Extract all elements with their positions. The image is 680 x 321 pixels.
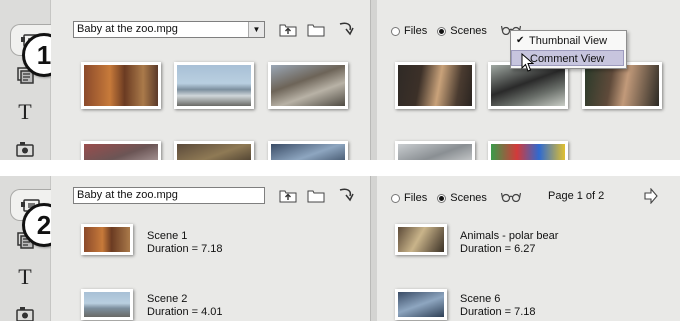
scene-thumbnail[interactable] [174, 141, 254, 160]
photo-icon [16, 307, 34, 321]
photo-icon [16, 142, 34, 157]
scenes-radio-label: Scenes [450, 192, 487, 204]
folder-icon [307, 190, 325, 202]
scene-title: Scene 6 [460, 293, 501, 305]
album-sidebar: T [0, 176, 51, 321]
scene-thumbnail[interactable] [395, 62, 475, 109]
scenes-radio-label: Scenes [450, 25, 487, 37]
view-mode-radio-group: Files Scenes [391, 191, 522, 205]
next-page-button[interactable] [644, 187, 658, 207]
open-folder-button[interactable] [306, 20, 326, 38]
up-folder-icon [279, 190, 297, 202]
scene-duration: Duration = 7.18 [147, 243, 223, 255]
up-folder-button[interactable] [278, 186, 298, 204]
scenes-radio[interactable] [437, 193, 447, 203]
go-back-button[interactable] [336, 20, 356, 38]
folder-icon [307, 24, 325, 36]
scene-thumbnail[interactable] [268, 141, 348, 160]
dropdown-arrow-icon[interactable]: ▼ [248, 22, 264, 37]
menu-item-label: Comment View [530, 53, 605, 65]
scene-thumbnail[interactable] [81, 289, 133, 320]
next-page-arrow-icon [644, 187, 658, 205]
files-radio-label: Files [404, 192, 428, 204]
sidebar-tab-titles[interactable]: T [8, 262, 42, 292]
view-mode-radio-group: Files Scenes [391, 24, 522, 38]
title-text-icon: T [18, 264, 32, 289]
sidebar-tab-titles[interactable]: T [8, 97, 42, 127]
scene-comment: Scene 6 Duration = 7.18 [460, 293, 536, 319]
files-radio-label: Files [404, 25, 428, 37]
scene-thumbnail[interactable] [268, 62, 348, 109]
checkmark-icon: ✔ [516, 35, 525, 46]
up-folder-icon [279, 24, 297, 36]
sidebar-tab-photos[interactable] [8, 299, 42, 321]
scene-thumbnail[interactable] [395, 289, 447, 320]
menu-item-label: Thumbnail View [529, 35, 608, 47]
scene-thumbnail[interactable] [582, 62, 662, 109]
scene-duration: Duration = 4.01 [147, 306, 223, 318]
glasses-icon[interactable] [500, 191, 522, 205]
menu-item-thumbnail-view[interactable]: ✔ Thumbnail View [511, 33, 624, 49]
right-album-page: Files Scenes Page 1 of 2 Animals - polar… [377, 176, 680, 321]
files-radio[interactable] [391, 26, 400, 36]
album-panel-thumbnail-view: T 1 Baby at the zoo.mpg ▼ Files Scenes [0, 0, 680, 160]
source-file-select[interactable]: Baby at the zoo.mpg ▼ [73, 21, 265, 38]
scene-comment: Animals - polar bear Duration = 6.27 [460, 230, 558, 256]
right-album-page: Files Scenes [377, 0, 680, 160]
scene-comment: Scene 1 Duration = 7.18 [147, 230, 223, 256]
scene-thumbnail[interactable] [81, 141, 161, 160]
scene-thumbnail[interactable] [395, 141, 475, 160]
scene-thumbnail[interactable] [174, 62, 254, 109]
scene-title: Animals - polar bear [460, 230, 559, 242]
source-file-select-value: Baby at the zoo.mpg [77, 189, 178, 201]
page-indicator: Page 1 of 2 [548, 190, 605, 202]
left-album-page: Baby at the zoo.mpg ▼ [51, 0, 370, 160]
scene-title: Scene 2 [147, 293, 188, 305]
open-folder-button[interactable] [306, 186, 326, 204]
scene-thumbnail[interactable] [81, 224, 133, 255]
scene-duration: Duration = 7.18 [460, 306, 536, 318]
up-folder-button[interactable] [278, 20, 298, 38]
go-back-icon [339, 22, 354, 36]
mouse-cursor-icon [521, 53, 534, 72]
scene-comment: Scene 2 Duration = 4.01 [147, 293, 223, 319]
go-back-button[interactable] [336, 186, 356, 204]
scene-title: Scene 1 [147, 230, 188, 242]
album-panel-comment-view: T 2 Baby at the zoo.mpg Scene 1 Duration… [0, 176, 680, 321]
scene-thumbnail[interactable] [488, 141, 568, 160]
source-file-select[interactable]: Baby at the zoo.mpg [73, 187, 265, 204]
title-text-icon: T [18, 99, 32, 124]
sidebar-tab-photos[interactable] [8, 134, 42, 160]
source-file-select-value: Baby at the zoo.mpg [77, 23, 178, 35]
scene-thumbnail[interactable] [395, 224, 447, 255]
files-radio[interactable] [391, 193, 400, 203]
go-back-icon [339, 188, 354, 202]
album-sidebar: T [0, 0, 51, 160]
scene-thumbnail[interactable] [81, 62, 161, 109]
scenes-radio[interactable] [437, 26, 447, 36]
scene-duration: Duration = 6.27 [460, 243, 536, 255]
left-album-page: Baby at the zoo.mpg Scene 1 Duration = 7… [51, 176, 370, 321]
